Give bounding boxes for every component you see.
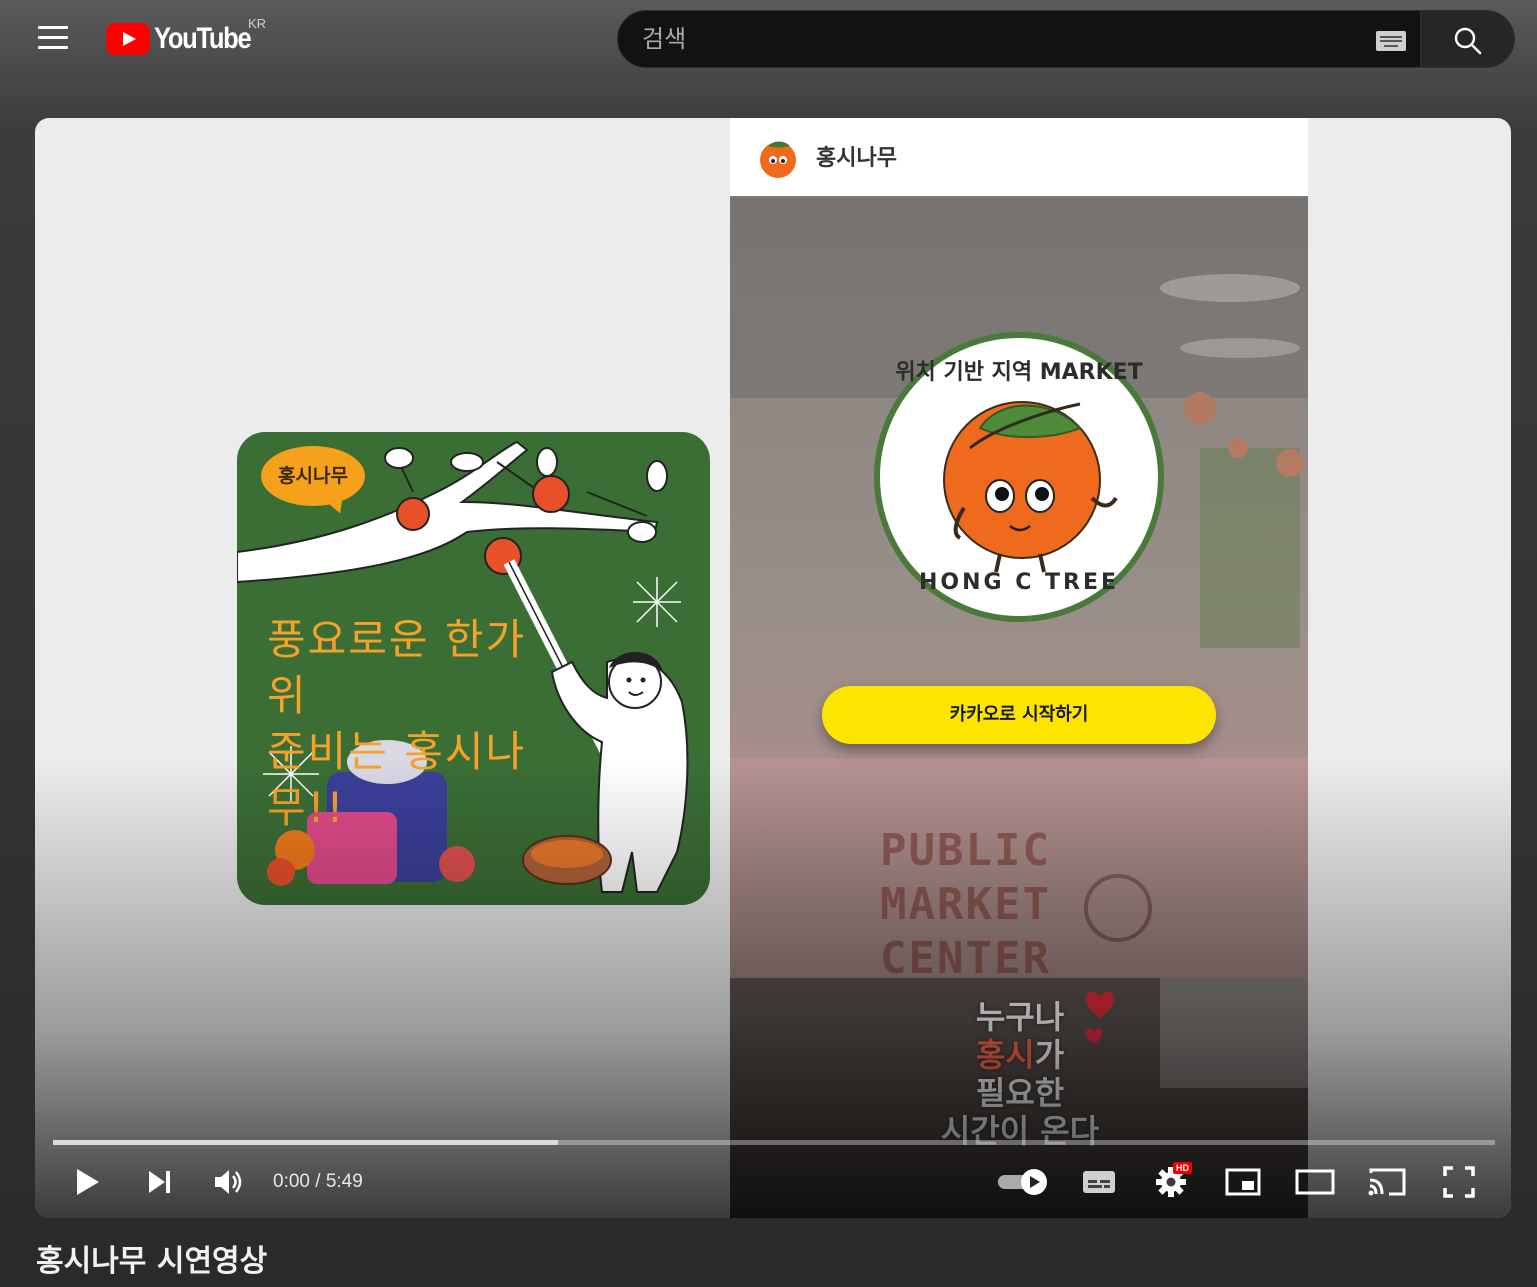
theater-mode-icon [1295,1169,1335,1195]
logo-text: YouTube [154,22,252,55]
app-brand-name: 홍시나무 [816,146,897,171]
search-button[interactable] [1421,10,1515,68]
cast-icon [1368,1168,1406,1196]
progress-bar[interactable] [53,1140,1495,1145]
video-player[interactable]: 홍시나무 풍요로운 한가위 준비는 홍시나무!! 홍시나무 위치 기반 지역 M… [35,118,1511,1218]
video-title: 홍시나무 시연영상 [36,1244,268,1279]
fullscreen-button[interactable] [1439,1162,1479,1202]
autoplay-toggle-icon [998,1169,1047,1195]
search-input[interactable] [642,11,1342,67]
masthead: YouTube KR [0,0,1537,80]
volume-icon [215,1170,242,1194]
miniplayer-button[interactable] [1223,1162,1263,1202]
subtitles-icon [1083,1171,1115,1193]
card-message-line1: 풍요로운 한가위 [267,615,527,720]
youtube-logo-icon [106,23,150,55]
player-controls: 0:00 / 5:49 HD [35,1154,1511,1210]
card-message: 풍요로운 한가위 준비는 홍시나무!! [267,612,547,836]
card-speech-bubble: 홍시나무 [261,446,365,506]
play-button[interactable] [65,1162,109,1202]
public-market-sign: PUBLIC MARKET CENTER [880,824,1130,986]
slogan-line3: 필요한 [975,1074,1065,1112]
chuseok-card: 홍시나무 풍요로운 한가위 준비는 홍시나무!! [237,432,710,905]
badge-bottom-text: HONG C TREE [918,570,1120,595]
time-display: 0:00 / 5:49 [273,1171,363,1192]
keyboard-icon[interactable] [1376,31,1406,51]
settings-button[interactable]: HD [1151,1162,1192,1202]
hong-c-tree-badge: 위치 기반 지역 MARKET HONG C TREE [874,332,1164,622]
play-icon [77,1169,99,1195]
progress-loaded [53,1140,558,1145]
market-sign-line1: PUBLIC [880,825,1051,876]
next-button[interactable] [137,1162,181,1202]
app-header: 홍시나무 [730,118,1308,196]
cast-button[interactable] [1365,1162,1409,1202]
fullscreen-icon [1443,1166,1475,1198]
menu-icon[interactable] [38,26,68,50]
miniplayer-icon [1225,1168,1261,1196]
app-screen-mockup: 홍시나무 위치 기반 지역 MARKET HONG C TREE 카카오로 시작… [730,118,1308,1218]
heart-icon [1085,991,1115,1044]
autoplay-toggle[interactable] [995,1162,1051,1202]
slogan-accent: 홍시 [975,1036,1035,1074]
country-code: KR [248,16,267,31]
subtitles-button[interactable] [1079,1162,1119,1202]
next-icon [149,1171,170,1193]
card-message-line2: 준비는 홍시나무!! [267,727,527,832]
persimmon-logo-icon [760,141,796,178]
kakao-login-button[interactable]: 카카오로 시작하기 [822,686,1216,744]
youtube-logo[interactable]: YouTube [106,22,267,56]
hd-badge: HD [1173,1162,1192,1174]
market-sign-line2: MARKET [880,879,1051,930]
search-icon [1454,27,1482,55]
market-sign-line3: CENTER [880,933,1051,984]
slogan-line2-rest: 가 [1034,1036,1065,1074]
badge-top-text: 위치 기반 지역 MARKET [895,360,1143,385]
volume-button[interactable] [207,1162,251,1202]
search-box [617,10,1421,68]
theater-mode-button[interactable] [1293,1162,1337,1202]
